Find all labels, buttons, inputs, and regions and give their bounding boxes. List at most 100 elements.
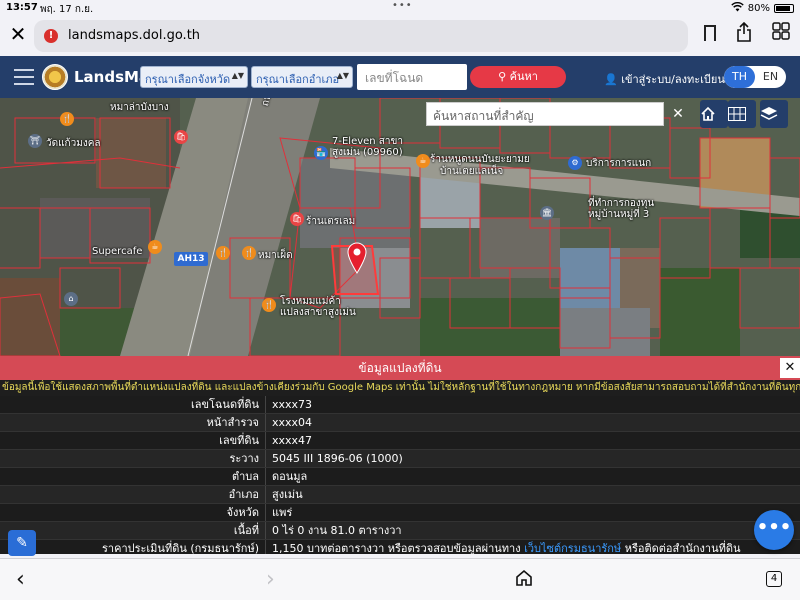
url-text: landsmaps.dol.go.th <box>68 28 201 43</box>
temple-poi-icon[interactable]: ⛩ <box>28 134 42 148</box>
measure-tool-icon[interactable]: ✎ <box>8 530 36 556</box>
info-row-value: xxxx04 <box>272 416 313 429</box>
status-bar: 13:57 พฤ. 17 ก.ย. ••• 80% <box>0 0 800 16</box>
wifi-icon <box>731 2 744 15</box>
more-options-fab[interactable]: ••• <box>754 510 794 550</box>
info-row-key: เลขโฉนดที่ดิน <box>0 396 266 413</box>
shop2-poi-icon[interactable]: 🛍 <box>290 212 304 226</box>
food-poi-icon[interactable]: 🍴 <box>216 246 230 260</box>
map-label-shop: หมาล่าบังบาง <box>110 102 169 113</box>
cafe-poi-icon[interactable]: ☕ <box>416 154 430 168</box>
info-row-value: xxxx73 <box>272 398 313 411</box>
status-right: 80% <box>731 2 794 15</box>
price-text: 1,150 บาทต่อตารางวา หรือตรวจสอบข้อมูลผ่า… <box>272 542 521 554</box>
info-row-price: ราคาประเมินที่ดิน (กรมธนารักษ์) 1,150 บาท… <box>0 540 800 554</box>
info-row-key: ตำบล <box>0 468 266 485</box>
map-label-office: ที่ทำการกองทุน หมู่บ้านหมู่ที่ 3 <box>588 198 655 220</box>
share-icon[interactable] <box>736 21 752 47</box>
site-warning-icon: ! <box>44 29 58 43</box>
info-row: ตำบล ดอนมูล <box>0 468 800 486</box>
tabs-count-icon[interactable]: 4 <box>766 571 782 587</box>
bookmark-icon[interactable] <box>704 25 716 45</box>
parcel-info-title: ข้อมูลแปลงที่ดิน <box>358 361 442 375</box>
back-arrow-icon[interactable]: ‹ <box>16 567 25 592</box>
user-icon: 👤 <box>604 73 618 86</box>
map-label-supercafe: Supercafe <box>92 246 143 257</box>
office-poi-icon[interactable]: 🏛 <box>540 206 554 220</box>
grid-map-icon[interactable] <box>728 100 756 128</box>
satellite-map[interactable]: 🍴 หมาล่าบังบาง ⛩ วัดแก้วมงคล 🛍 ถนน ยันตร… <box>0 98 800 356</box>
info-row-key: ราคาประเมินที่ดิน (กรมธนารักษ์) <box>0 540 266 554</box>
province-select-label: กรุณาเลือกจังหวัด <box>145 73 231 86</box>
search-icon: ⚲ <box>498 70 507 83</box>
search-button[interactable]: ⚲ ค้นหา <box>470 66 566 88</box>
info-row-key: เนื้อที่ <box>0 522 266 539</box>
deed-number-input[interactable]: เลขที่โฉนด <box>357 64 467 90</box>
login-label: เข้าสู่ระบบ/ลงทะเบียน <box>621 73 725 86</box>
map-pin-icon[interactable] <box>347 242 367 274</box>
place-search-clear-icon[interactable]: ✕ <box>666 102 690 126</box>
lang-en-button[interactable]: EN <box>755 66 786 88</box>
info-row: เนื้อที่ 0 ไร่ 0 งาน 81.0 ตารางวา <box>0 522 800 540</box>
close-panel-icon[interactable]: ✕ <box>780 358 800 378</box>
status-time: 13:57 <box>6 2 38 13</box>
map-label-temple: วัดแก้วมงคล <box>46 138 101 149</box>
service-poi-icon[interactable]: ⚙ <box>568 156 582 170</box>
updown-arrow-icon: ▲▼ <box>336 71 349 80</box>
hamburger-menu-icon[interactable] <box>14 69 34 85</box>
school-poi-icon[interactable]: 🍴 <box>262 298 276 312</box>
home-poi-icon[interactable]: ⌂ <box>64 292 78 306</box>
map-label-seven: 7-Eleven สาขา สูงเม่น (09960) <box>332 136 403 158</box>
parcel-info-table: เลขโฉนดที่ดิน xxxx73 หน้าสำรวจ xxxx04 เลขที่… <box>0 396 800 554</box>
treasury-website-link[interactable]: เว็บไซต์กรมธนารักษ์ <box>524 542 621 554</box>
battery-percent: 80% <box>747 3 770 14</box>
status-date: พฤ. 17 ก.ย. <box>40 4 94 15</box>
info-row: เลขที่ดิน xxxx47 <box>0 432 800 450</box>
login-link[interactable]: 👤 เข้าสู่ระบบ/ลงทะเบียน <box>604 70 725 88</box>
updown-arrow-icon: ▲▼ <box>231 71 244 80</box>
food2-poi-icon[interactable]: 🍴 <box>242 246 256 260</box>
app-header: LandsMaps กรุณาเลือกจังหวัด ▲▼ กรุณาเลือ… <box>0 56 800 98</box>
map-label-service: บริการการแนก <box>586 158 652 169</box>
amphoe-select-label: กรุณาเลือกอำเภอ <box>256 73 340 86</box>
forward-arrow-icon[interactable]: › <box>266 567 275 592</box>
multitask-dots[interactable]: ••• <box>392 0 413 11</box>
info-row-key: เลขที่ดิน <box>0 432 266 449</box>
battery-icon <box>774 4 794 13</box>
info-row: ระวาง 5045 III 1896-06 (1000) <box>0 450 800 468</box>
map-label-muang: หมาเผ็ด <box>258 250 293 261</box>
home-icon[interactable] <box>514 568 534 588</box>
info-row-value: 0 ไร่ 0 งาน 81.0 ตารางวา <box>272 524 402 537</box>
ah13-road-shield: AH13 <box>174 252 208 266</box>
more-menu-icon[interactable] <box>772 22 790 45</box>
supercafe-poi-icon[interactable]: ☕ <box>148 240 162 254</box>
address-field[interactable]: ! landsmaps.dol.go.th <box>34 20 688 52</box>
restaurant-poi-icon[interactable]: 🍴 <box>60 112 74 126</box>
search-button-label: ค้นหา <box>509 70 538 83</box>
map-label-seven2: บ้านเตยแลเน็จ <box>440 166 504 177</box>
map-label-school: โรงหมมแม่ค้า แปลงสาขาสูงเม่น <box>280 296 356 318</box>
disclaimer-text: ข้อมูลนี้เพื่อใช้แสดงสภาพพื้นที่ตำแหน่งแ… <box>0 380 800 396</box>
info-row-value: xxxx47 <box>272 434 313 447</box>
browser-url-bar: ✕ ! landsmaps.dol.go.th <box>0 16 800 56</box>
province-select[interactable]: กรุณาเลือกจังหวัด ▲▼ <box>140 66 248 88</box>
price-text-post: หรือติดต่อสำนักงานที่ดิน <box>624 542 741 554</box>
info-row: เลขโฉนดที่ดิน xxxx73 <box>0 396 800 414</box>
info-row-key: หน้าสำรวจ <box>0 414 266 431</box>
place-search-input[interactable]: ค้นหาสถานที่สำคัญ <box>426 102 664 126</box>
home-map-icon[interactable] <box>700 100 728 128</box>
info-row-key: อำเภอ <box>0 486 266 503</box>
info-row-key: จังหวัด <box>0 504 266 521</box>
info-row-value: สูงเม่น <box>272 488 303 501</box>
amphoe-select[interactable]: กรุณาเลือกอำเภอ ▲▼ <box>251 66 353 88</box>
shop-poi-icon[interactable]: 🛍 <box>174 130 188 144</box>
language-toggle[interactable]: TH EN <box>724 66 786 88</box>
map-label-shop2: ร้านเตรเลม <box>306 216 356 227</box>
lang-th-button[interactable]: TH <box>724 66 755 88</box>
info-row-value: 5045 III 1896-06 (1000) <box>272 452 403 465</box>
layers-icon[interactable] <box>760 100 788 128</box>
parcel-info-header: ข้อมูลแปลงที่ดิน ✕ <box>0 356 800 380</box>
store-poi-icon[interactable]: 🏪 <box>314 146 328 160</box>
info-row: หน้าสำรวจ xxxx04 <box>0 414 800 432</box>
close-icon[interactable]: ✕ <box>8 24 28 44</box>
